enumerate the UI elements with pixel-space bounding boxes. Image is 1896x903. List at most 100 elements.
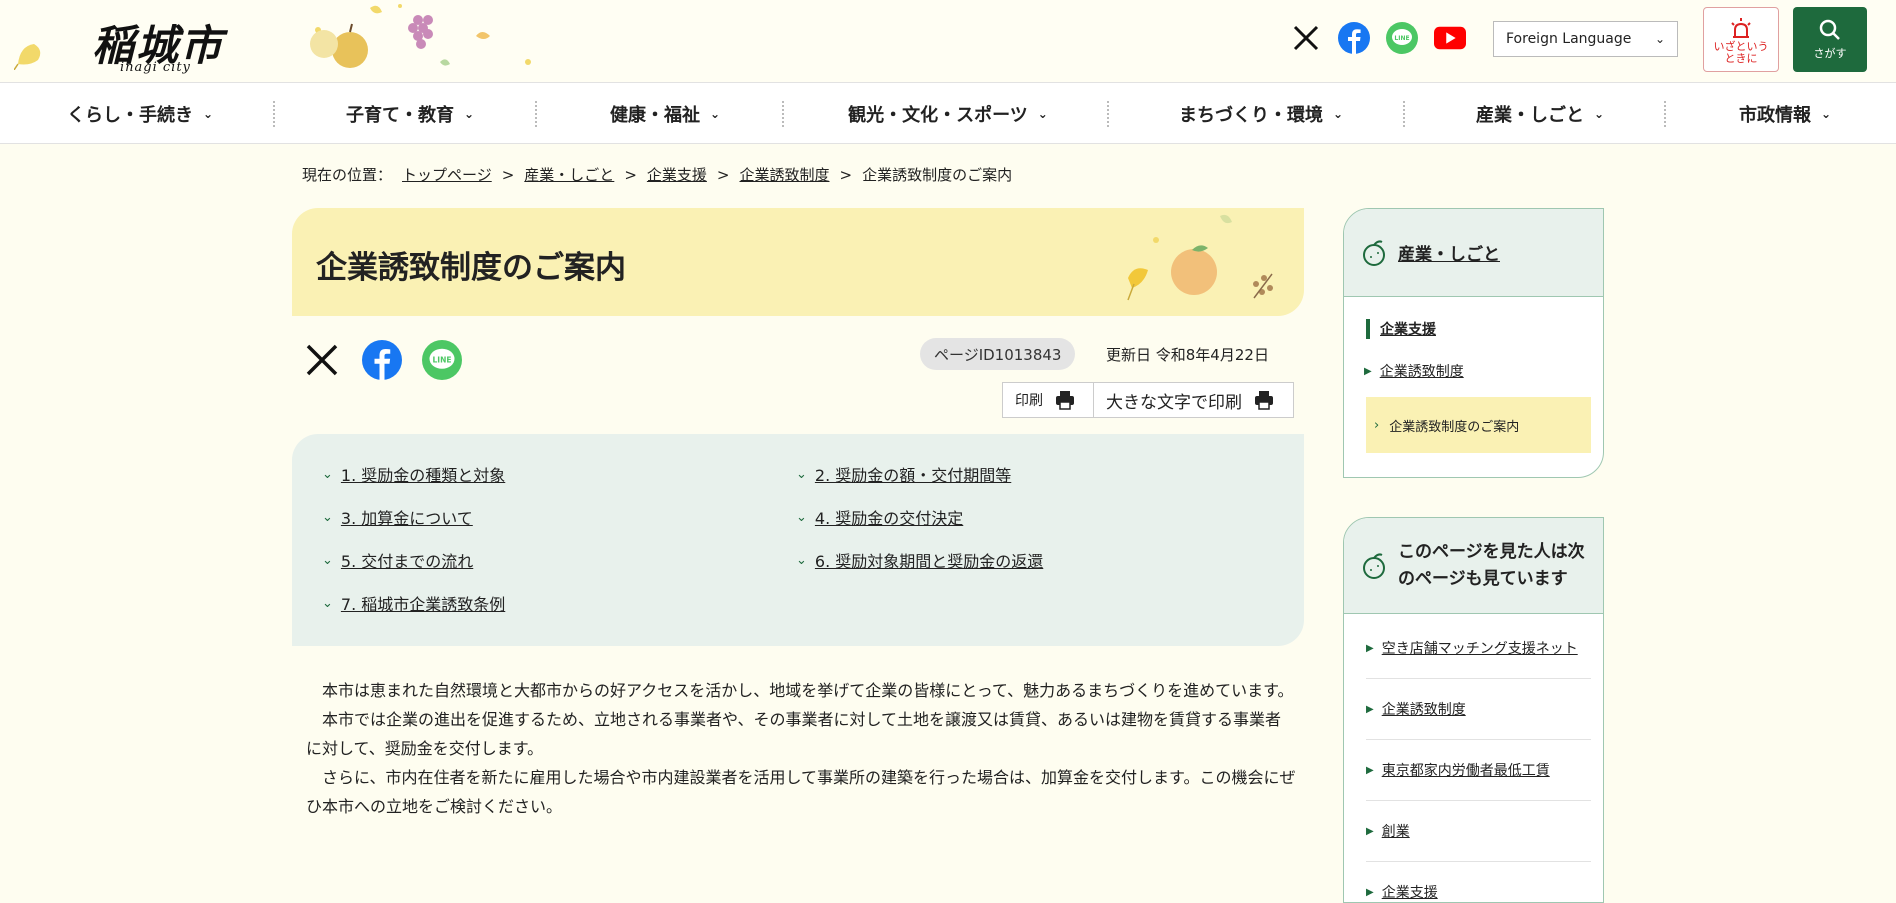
- toc-link[interactable]: 2. 奨励金の額・交付期間等: [815, 462, 1011, 486]
- fruit-icon: [1363, 552, 1385, 579]
- chevron-down-icon: ⌄: [1654, 32, 1665, 46]
- related-link[interactable]: 空き店舗マッチング支援ネット: [1382, 638, 1578, 658]
- sidebar-link-item[interactable]: ▶ 企業誘致制度: [1364, 361, 1603, 381]
- print-label: 印刷: [1015, 393, 1043, 409]
- sidebar-category-link[interactable]: 産業・しごと: [1398, 240, 1500, 265]
- triangle-right-icon: ▶: [1366, 642, 1374, 654]
- line-icon[interactable]: LINE: [1386, 22, 1418, 54]
- foreign-language-select[interactable]: Foreign Language ⌄: [1493, 21, 1678, 57]
- triangle-right-icon: ▶: [1366, 703, 1374, 715]
- chevron-down-icon: ⌄: [796, 466, 807, 482]
- triangle-right-icon: ▶: [1366, 886, 1374, 898]
- sidebar-link[interactable]: 企業誘致制度: [1380, 361, 1464, 381]
- chevron-down-icon: ⌄: [202, 107, 214, 121]
- toc-link[interactable]: 5. 交付までの流れ: [341, 548, 473, 572]
- svg-text:LINE: LINE: [433, 356, 452, 365]
- breadcrumb-separator: >: [716, 165, 730, 184]
- print-large-button[interactable]: 大きな文字で印刷: [1093, 382, 1294, 418]
- sidebar-section-link[interactable]: 企業支援: [1380, 322, 1436, 338]
- share-facebook-icon[interactable]: [362, 340, 402, 380]
- breadcrumb-separator: >: [839, 165, 853, 184]
- toc-link[interactable]: 3. 加算金について: [341, 505, 473, 529]
- nav-item-shisei[interactable]: 市政情報 ⌄: [1730, 83, 1840, 145]
- triangle-right-icon: ▶: [1366, 764, 1374, 776]
- toc-item[interactable]: ⌄ 3. 加算金について: [322, 505, 473, 529]
- nav-item-label: くらし・手続き: [66, 105, 193, 126]
- breadcrumb: 現在の位置： トップページ > 産業・しごと > 企業支援 > 企業誘致制度 >…: [302, 164, 1012, 185]
- toc-item[interactable]: ⌄ 1. 奨励金の種類と対象: [322, 462, 505, 486]
- related-link[interactable]: 東京都家内労働者最低工賃: [1382, 760, 1550, 780]
- toc-link[interactable]: 4. 奨励金の交付決定: [815, 505, 963, 529]
- toc-item[interactable]: ⌄ 5. 交付までの流れ: [322, 548, 473, 572]
- search-label: さがす: [1813, 46, 1847, 60]
- search-button[interactable]: さがす: [1793, 7, 1867, 72]
- nav-item-kanko[interactable]: 観光・文化・スポーツ ⌄: [848, 83, 1048, 145]
- toc-item[interactable]: ⌄ 2. 奨励金の額・交付期間等: [796, 462, 1011, 486]
- nav-item-machizukuri[interactable]: まちづくり・環境 ⌄: [1176, 83, 1346, 145]
- breadcrumb-link-kigyo-shien[interactable]: 企業支援: [647, 164, 707, 185]
- youtube-icon[interactable]: [1434, 22, 1466, 54]
- fruit-decoration-icon: [310, 4, 531, 68]
- toc-item[interactable]: ⌄ 7. 稲城市企業誘致条例: [322, 591, 505, 615]
- emergency-button[interactable]: いざという ときに: [1703, 7, 1779, 72]
- related-item[interactable]: ▶ 東京都家内労働者最低工賃: [1366, 740, 1591, 801]
- fruit-decoration-icon: [1127, 214, 1273, 301]
- sidebar-related-box: このページを見た人は次のページも見ています ▶ 空き店舗マッチング支援ネット ▶ 企…: [1343, 517, 1604, 903]
- triangle-right-icon: ▶: [1364, 365, 1372, 377]
- nav-item-label: 観光・文化・スポーツ: [848, 105, 1028, 126]
- sidebar-active-item[interactable]: › 企業誘致制度のご案内: [1366, 397, 1591, 453]
- print-button[interactable]: 印刷: [1002, 382, 1104, 418]
- related-link[interactable]: 企業支援: [1382, 882, 1438, 902]
- nav-separator: [782, 101, 784, 127]
- chevron-down-icon: ⌄: [1820, 107, 1832, 121]
- share-x-icon[interactable]: [302, 340, 342, 380]
- related-item[interactable]: ▶ 創業: [1366, 801, 1591, 862]
- nav-separator: [1664, 101, 1666, 127]
- breadcrumb-current: 企業誘致制度のご案内: [862, 166, 1013, 184]
- breadcrumb-separator: >: [624, 165, 637, 184]
- related-link[interactable]: 企業誘致制度: [1382, 699, 1466, 719]
- nav-item-label: 健康・福祉: [609, 105, 700, 126]
- toc-link[interactable]: 1. 奨励金の種類と対象: [341, 462, 505, 486]
- breadcrumb-link-sangyo[interactable]: 産業・しごと: [524, 164, 614, 185]
- related-link[interactable]: 創業: [1382, 821, 1410, 841]
- chevron-down-icon: ⌄: [463, 107, 475, 121]
- breadcrumb-link-yuchi[interactable]: 企業誘致制度: [739, 164, 829, 185]
- nav-item-kurashi[interactable]: くらし・手続き ⌄: [60, 83, 220, 145]
- sidebar-related-header: このページを見た人は次のページも見ています: [1344, 518, 1603, 614]
- nav-item-kosodate[interactable]: 子育て・教育 ⌄: [340, 83, 480, 145]
- social-links: LINE: [1290, 22, 1466, 54]
- sidebar-active-label: 企業誘致制度のご案内: [1389, 419, 1520, 435]
- search-icon: [1819, 19, 1840, 40]
- intro-text: 本市は恵まれた自然環境と大都市からの好アクセスを活かし、地域を挙げて企業の皆様に…: [306, 676, 1296, 821]
- printer-icon: [1255, 391, 1273, 410]
- sidebar-related-title: このページを見た人は次のページも見ています: [1398, 541, 1585, 589]
- nav-item-kenko[interactable]: 健康・福祉 ⌄: [600, 83, 730, 145]
- facebook-icon[interactable]: [1338, 22, 1370, 54]
- site-logo[interactable]: 稲城市 inagi city: [88, 10, 248, 76]
- sidebar-section-current[interactable]: 企業支援: [1366, 319, 1591, 339]
- nav-separator: [535, 101, 537, 127]
- nav-item-label: まちづくり・環境: [1178, 105, 1323, 126]
- chevron-down-icon: ⌄: [796, 509, 807, 525]
- toc-link[interactable]: 6. 奨励対象期間と奨励金の返還: [815, 548, 1043, 572]
- nav-item-label: 産業・しごと: [1475, 105, 1584, 126]
- sidebar-category-header: 産業・しごと: [1344, 209, 1603, 297]
- x-icon[interactable]: [1290, 22, 1322, 54]
- paragraph: 本市は恵まれた自然環境と大都市からの好アクセスを活かし、地域を挙げて企業の皆様に…: [322, 681, 1294, 700]
- toc-link[interactable]: 7. 稲城市企業誘致条例: [341, 591, 505, 615]
- nav-separator: [273, 101, 275, 127]
- related-item[interactable]: ▶ 空き店舗マッチング支援ネット: [1366, 618, 1591, 679]
- nav-separator: [1107, 101, 1109, 127]
- breadcrumb-link-top[interactable]: トップページ: [402, 164, 492, 185]
- share-buttons: LINE: [302, 340, 462, 380]
- toc-item[interactable]: ⌄ 4. 奨励金の交付決定: [796, 505, 963, 529]
- share-line-icon[interactable]: LINE: [422, 340, 462, 380]
- nav-separator: [1403, 101, 1405, 127]
- toc-item[interactable]: ⌄ 6. 奨励対象期間と奨励金の返還: [796, 548, 1043, 572]
- related-item[interactable]: ▶ 企業誘致制度: [1366, 679, 1591, 740]
- nav-item-sangyo[interactable]: 産業・しごと ⌄: [1470, 83, 1610, 145]
- chevron-down-icon: ⌄: [1332, 107, 1344, 121]
- related-item[interactable]: ▶ 企業支援: [1366, 862, 1591, 902]
- language-select-label: Foreign Language: [1506, 31, 1632, 47]
